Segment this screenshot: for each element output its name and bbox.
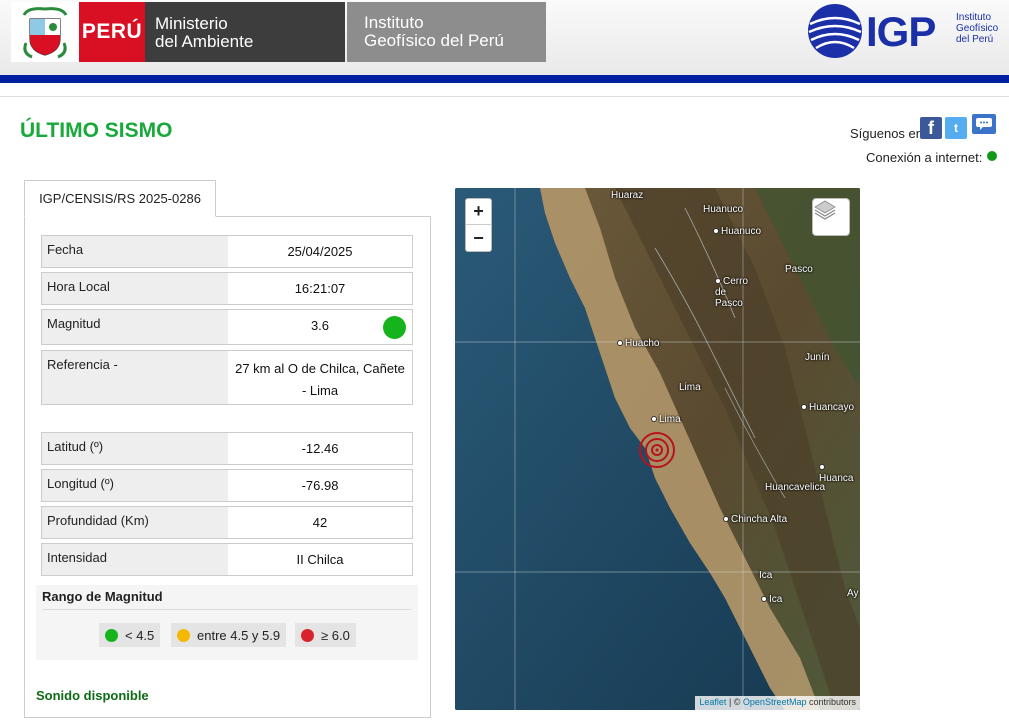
internet-connection-label: Conexión a internet: xyxy=(866,150,983,165)
attribution-separator: | © xyxy=(726,697,743,707)
row-hora-local: Hora Local 16:21:07 xyxy=(41,272,413,305)
legend-divider xyxy=(42,609,412,610)
header-blue-bar xyxy=(0,75,1009,83)
minam-brand[interactable]: Ministerio del Ambiente xyxy=(145,2,345,62)
igp-line1: Instituto xyxy=(364,13,424,32)
row-label: Referencia - xyxy=(42,351,228,404)
row-label: Magnitud xyxy=(42,310,228,344)
legend-label: < 4.5 xyxy=(125,627,155,643)
city-label: Huanuco xyxy=(703,204,744,215)
igp-logo-subtitle-line3: del Perú xyxy=(956,34,994,45)
row-referencia: Referencia - 27 km al O de Chilca, Cañet… xyxy=(41,350,413,405)
city-label: Huanuco xyxy=(713,226,761,237)
igp-logo-subtitle-line1: Instituto xyxy=(956,12,992,23)
row-magnitud: Magnitud 3.6 xyxy=(41,309,413,345)
attribution-contributors: contributors xyxy=(806,697,856,707)
zoom-control: + − xyxy=(465,198,492,252)
page-title: ÚLTIMO SISMO xyxy=(20,119,173,142)
city-label: Pasco xyxy=(785,264,813,275)
magnitude-value: 3.6 xyxy=(310,318,330,333)
row-profundidad: Profundidad (Km) 42 xyxy=(41,506,413,539)
row-value: 3.6 xyxy=(228,310,412,344)
layers-icon xyxy=(814,200,836,220)
igp-logo-subtitle: Instituto Geofísico del Perú xyxy=(956,12,998,45)
row-value: 16:21:07 xyxy=(294,281,346,296)
connection-status-indicator xyxy=(987,151,997,161)
row-label: Fecha xyxy=(42,236,228,267)
row-value: -12.46 xyxy=(301,441,339,456)
layers-button[interactable] xyxy=(812,198,850,236)
city-label: Huancayo xyxy=(801,402,854,413)
row-value: -76.98 xyxy=(301,478,339,493)
city-label: Huacho xyxy=(617,338,659,349)
igp-logo[interactable]: IGP Instituto Geofísico del Perú xyxy=(806,2,1006,60)
city-label: Lima xyxy=(651,414,681,425)
row-value: 27 km al O de Chilca, Cañete - Lima xyxy=(235,361,405,398)
minam-line1: Ministerio xyxy=(155,14,228,33)
row-value: II Chilca xyxy=(296,552,344,567)
magnitude-color-indicator xyxy=(383,316,406,339)
map-attribution: Leaflet | © OpenStreetMap contributors xyxy=(695,696,860,710)
minam-line2: del Ambiente xyxy=(155,32,254,51)
peru-coat-of-arms-icon xyxy=(11,2,79,62)
report-tab[interactable]: IGP/CENSIS/RS 2025-0286 xyxy=(24,180,216,217)
city-label: Ica xyxy=(759,570,773,581)
chat-icon[interactable] xyxy=(972,114,996,134)
globe-icon xyxy=(808,4,862,58)
follow-us-label: Síguenos en: xyxy=(850,126,927,141)
magnitude-range-legend: Rango de Magnitud < 4.5 entre 4.5 y 5.9 … xyxy=(36,585,418,660)
legend-label: ≥ 6.0 xyxy=(321,627,350,643)
facebook-icon[interactable]: f xyxy=(920,117,942,139)
site-header: PERÚ Ministerio del Ambiente Instituto G… xyxy=(0,0,1009,75)
city-label: Chincha Alta xyxy=(723,514,787,525)
row-intensidad: Intensidad II Chilca xyxy=(41,543,413,576)
header-divider xyxy=(0,83,1009,97)
green-dot-icon xyxy=(105,628,118,642)
leaflet-link[interactable]: Leaflet xyxy=(699,697,726,707)
row-label: Intensidad xyxy=(42,544,228,575)
row-value: 25/04/2025 xyxy=(287,244,353,259)
city-label: Lima xyxy=(679,382,701,393)
city-label: Cerro de Pasco xyxy=(715,276,755,309)
city-label: Huancavelica xyxy=(765,482,826,493)
row-label: Profundidad (Km) xyxy=(42,507,228,538)
row-value: 42 xyxy=(312,515,328,530)
city-label: Ica xyxy=(761,594,782,605)
legend-label: entre 4.5 y 5.9 xyxy=(197,627,281,643)
sound-available-link[interactable]: Sonido disponible xyxy=(36,688,149,703)
zoom-in-button[interactable]: + xyxy=(466,199,491,225)
peru-brand-label[interactable]: PERÚ xyxy=(79,2,145,62)
yellow-dot-icon xyxy=(177,628,190,642)
row-longitud: Longitud (º) -76.98 xyxy=(41,469,413,502)
legend-item-high: ≥ 6.0 xyxy=(295,623,356,647)
row-label: Longitud (º) xyxy=(42,470,228,501)
igp-logo-subtitle-line2: Geofísico xyxy=(956,23,999,34)
row-label: Latitud (º) xyxy=(42,433,228,464)
row-label: Hora Local xyxy=(42,273,228,304)
zoom-out-button[interactable]: − xyxy=(466,225,491,251)
igp-brand[interactable]: Instituto Geofísico del Perú xyxy=(347,2,546,62)
row-fecha: Fecha 25/04/2025 xyxy=(41,235,413,268)
osm-link[interactable]: OpenStreetMap xyxy=(743,697,807,707)
twitter-icon[interactable]: t xyxy=(945,117,967,139)
city-label: Ay xyxy=(847,588,859,599)
city-label: Junín xyxy=(805,352,830,363)
igp-logo-text: IGP xyxy=(866,8,936,55)
red-dot-icon xyxy=(301,628,314,642)
igp-line2: Geofísico del Perú xyxy=(364,31,504,50)
row-latitud: Latitud (º) -12.46 xyxy=(41,432,413,465)
legend-item-low: < 4.5 xyxy=(99,623,161,647)
earthquake-map[interactable]: Huaraz Huanuco Huanuco Pasco Cerro de Pa… xyxy=(455,188,860,710)
legend-item-medium: entre 4.5 y 5.9 xyxy=(171,623,287,647)
magnitude-range-title: Rango de Magnitud xyxy=(42,589,163,604)
city-label: Huaraz xyxy=(611,190,644,201)
city-label: Huanca xyxy=(819,462,860,484)
